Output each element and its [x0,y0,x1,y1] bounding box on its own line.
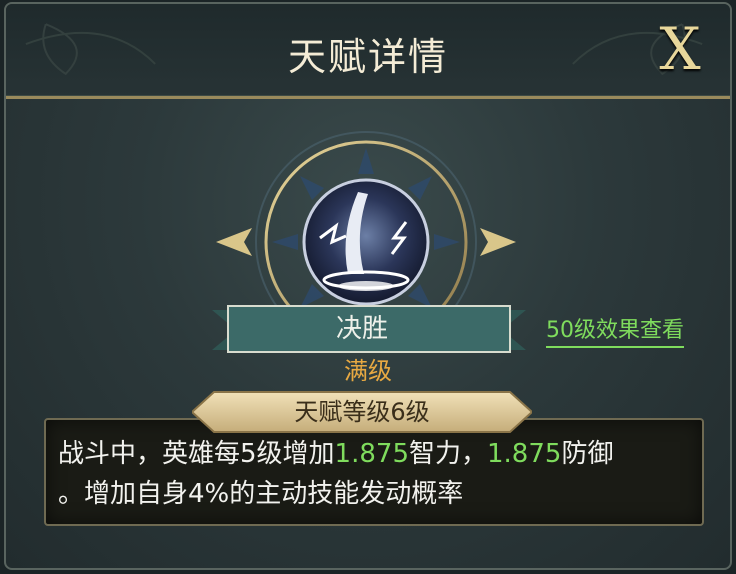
desc-value-defense: 1.875 [487,439,562,469]
lightning-slash-icon [216,131,516,334]
desc-text-4: 。增加自身4%的主动技能发动概率 [58,479,464,509]
desc-value-intelligence: 1.875 [334,439,409,469]
close-button[interactable]: X [650,18,710,80]
desc-text-2: 智力， [408,439,487,469]
talent-detail-dialog: 天赋详情 X 决胜 满级 50级效果查看 天赋等级6级 战斗中，英雄每5级增加1… [4,2,732,570]
desc-text-3: 防御 [561,439,614,469]
level50-effect-link[interactable]: 50级效果查看 [546,318,684,348]
title-bar: 天赋详情 X [6,4,730,99]
desc-text-1: 战斗中，英雄每5级增加 [58,439,335,469]
talent-status: 满级 [344,357,392,385]
dialog-title: 天赋详情 [287,35,448,79]
talent-grade-label: 天赋等级6级 [294,398,430,426]
talent-name: 决胜 [335,314,388,344]
talent-description: 战斗中，英雄每5级增加1.875智力，1.875防御 。增加自身4%的主动技能发… [58,434,698,514]
